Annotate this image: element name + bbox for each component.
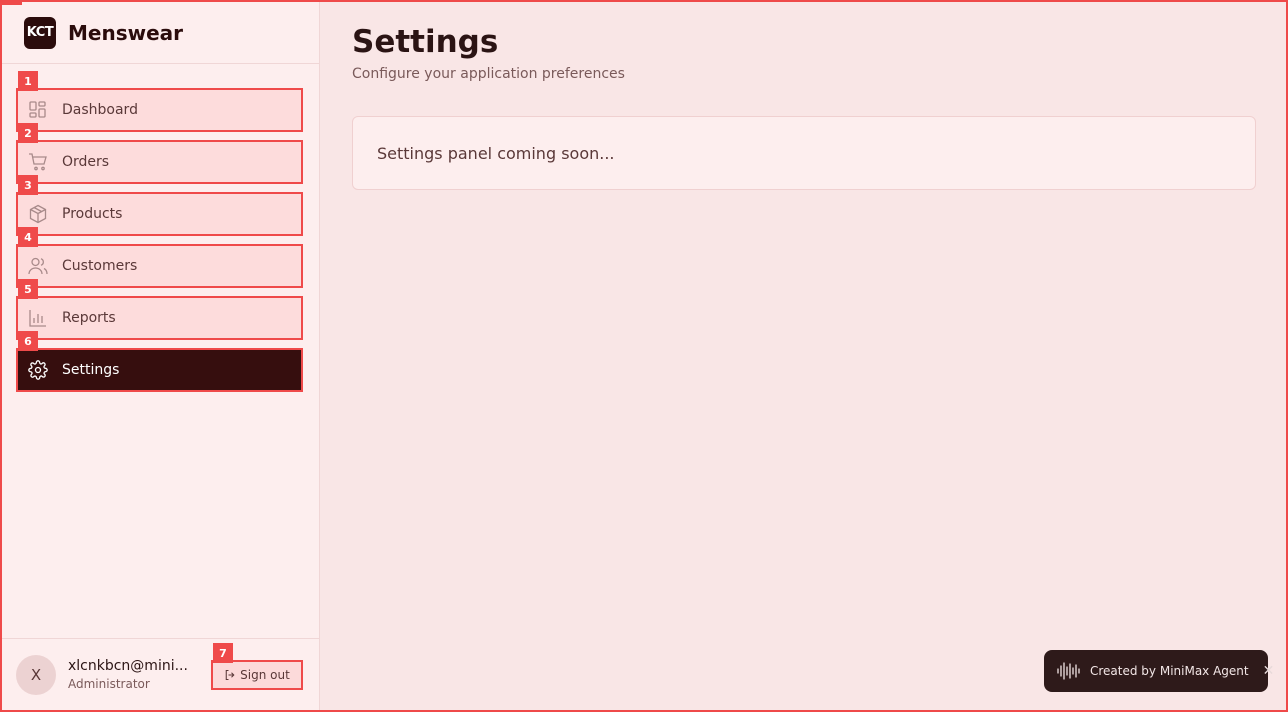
- sidebar-item-reports[interactable]: Reports: [16, 296, 303, 340]
- nav-badge: 3: [18, 175, 38, 195]
- sidebar-item-products[interactable]: Products: [16, 192, 303, 236]
- user-footer: X xlcnkbcn@mini... Administrator 7 Sign …: [2, 638, 320, 710]
- gear-icon: [28, 360, 48, 380]
- users-icon: [28, 256, 48, 276]
- toast-text: Created by MiniMax Agent: [1090, 664, 1249, 678]
- waveform-icon: [1056, 661, 1082, 681]
- nav-badge: 4: [18, 227, 38, 247]
- bar-chart-icon: [28, 308, 48, 328]
- logout-icon: [224, 669, 236, 681]
- brand-header: KCT Menswear: [2, 2, 319, 64]
- minimax-toast: Created by MiniMax Agent ✕: [1044, 650, 1274, 692]
- sidebar-item-orders[interactable]: Orders: [16, 140, 303, 184]
- sidebar-item-customers[interactable]: Customers: [16, 244, 303, 288]
- nav-badge: 5: [18, 279, 38, 299]
- annotation-corner: [2, 2, 22, 5]
- sidebar: KCT Menswear 1 Dashboard 2 Orders 3 Prod…: [2, 2, 320, 710]
- sidebar-item-label: Customers: [62, 258, 138, 274]
- page-subtitle: Configure your application preferences: [352, 66, 625, 82]
- main-content: Settings Configure your application pref…: [320, 2, 1286, 710]
- sidebar-item-dashboard[interactable]: Dashboard: [16, 88, 303, 132]
- settings-panel: Settings panel coming soon...: [352, 116, 1256, 190]
- nav-badge: 6: [18, 331, 38, 351]
- sidebar-item-settings[interactable]: Settings: [16, 348, 303, 392]
- dashboard-icon: [28, 100, 48, 120]
- sidebar-item-label: Settings: [62, 362, 120, 378]
- nav-badge: 2: [18, 123, 38, 143]
- brand-name: Menswear: [68, 20, 184, 45]
- settings-panel-text: Settings panel coming soon...: [377, 143, 615, 163]
- sidebar-item-label: Reports: [62, 310, 116, 326]
- sign-out-button[interactable]: Sign out: [211, 660, 303, 690]
- package-icon: [28, 204, 48, 224]
- page-title: Settings: [352, 24, 499, 60]
- sidebar-item-label: Products: [62, 206, 123, 222]
- sign-out-label: Sign out: [240, 668, 290, 682]
- user-email: xlcnkbcn@mini...: [68, 658, 188, 674]
- sidebar-item-label: Orders: [62, 154, 110, 170]
- nav-badge: 1: [18, 71, 38, 91]
- brand-logo: KCT: [24, 16, 56, 49]
- close-icon[interactable]: ✕: [1263, 663, 1275, 679]
- user-info: xlcnkbcn@mini... Administrator: [68, 658, 198, 691]
- user-role: Administrator: [68, 677, 150, 691]
- cart-icon: [28, 152, 48, 172]
- avatar: X: [16, 654, 56, 695]
- signout-badge: 7: [213, 643, 233, 663]
- sidebar-item-label: Dashboard: [62, 102, 138, 118]
